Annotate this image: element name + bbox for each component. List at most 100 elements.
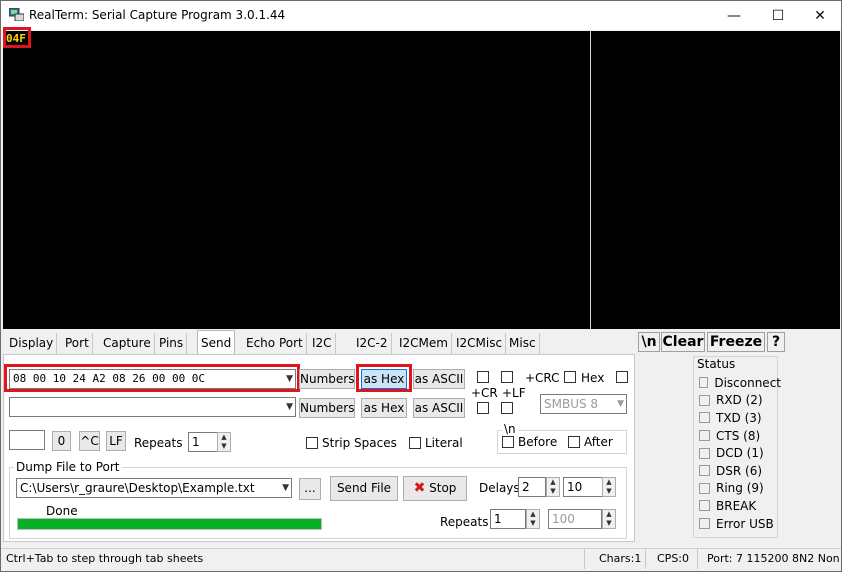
status-item[interactable]: Error USB bbox=[699, 515, 781, 533]
stop-label: Stop bbox=[429, 481, 457, 495]
before-label: Before bbox=[518, 435, 558, 449]
status-item[interactable]: BREAK bbox=[699, 497, 781, 515]
dump-repeats-label: Repeats bbox=[440, 515, 489, 529]
send-as-hex-button-2[interactable]: as Hex bbox=[361, 398, 407, 418]
send-numbers-button-2[interactable]: Numbers bbox=[299, 398, 355, 418]
send-ctrl-c-button[interactable]: ^C bbox=[79, 431, 100, 451]
after-checkbox[interactable] bbox=[568, 436, 580, 448]
send-zero-button[interactable]: 0 bbox=[52, 431, 71, 451]
strip-spaces-label: Strip Spaces bbox=[322, 436, 397, 450]
terminal-display[interactable] bbox=[3, 31, 840, 329]
tab-send[interactable]: Send bbox=[197, 330, 236, 355]
crc-checkbox-1[interactable] bbox=[477, 371, 489, 383]
tab-i2cmisc[interactable]: I2CMisc bbox=[453, 333, 507, 354]
tab-port[interactable]: Port bbox=[62, 333, 93, 354]
status-item-label: DSR (6) bbox=[716, 463, 763, 478]
chevron-down-icon: ▼ bbox=[286, 402, 293, 412]
status-item[interactable]: CTS (8) bbox=[699, 427, 781, 445]
plus-lf-label: +LF bbox=[502, 386, 526, 400]
repeats-input[interactable]: 1 bbox=[188, 432, 218, 452]
help-button[interactable]: ? bbox=[767, 332, 785, 352]
tab-pins[interactable]: Pins bbox=[156, 333, 188, 354]
tab-i2c-2[interactable]: I2C-2 bbox=[353, 333, 392, 354]
close-button[interactable]: ✕ bbox=[798, 1, 842, 30]
dump-repeats-max-spinner[interactable]: ▲ ▼ bbox=[602, 509, 616, 529]
strip-spaces-checkbox[interactable] bbox=[306, 437, 318, 449]
status-item-label: Error USB bbox=[716, 516, 774, 531]
status-led-icon bbox=[699, 377, 709, 389]
send-lf-button[interactable]: LF bbox=[106, 431, 126, 451]
send-data-highlight-box bbox=[4, 364, 300, 392]
statusbar-cps: CPS:0 bbox=[657, 552, 690, 565]
status-led-icon bbox=[699, 412, 710, 424]
crc-extra-checkbox[interactable] bbox=[616, 371, 628, 383]
statusbar-port: Port: 7 115200 8N2 None bbox=[707, 552, 839, 565]
status-item-label: DCD (1) bbox=[716, 446, 764, 461]
send-as-ascii-button-1[interactable]: as ASCII bbox=[413, 369, 465, 389]
clear-button[interactable]: Clear bbox=[661, 332, 705, 352]
chevron-down-icon: ▼ bbox=[282, 483, 289, 493]
minimize-button[interactable]: — bbox=[712, 1, 756, 30]
terminal-divider bbox=[590, 31, 591, 329]
repeats-label: Repeats bbox=[134, 436, 183, 450]
delays-label: Delays bbox=[479, 481, 520, 495]
delay1-input[interactable]: 2 bbox=[518, 477, 546, 497]
crc-checkbox-2[interactable] bbox=[501, 371, 513, 383]
tab-echo-port[interactable]: Echo Port bbox=[243, 333, 307, 354]
plus-crc-label: +CRC bbox=[525, 371, 560, 385]
stop-button[interactable]: ✖ Stop bbox=[403, 476, 467, 501]
as-hex-highlight-box bbox=[356, 364, 412, 392]
tab-i2c[interactable]: I2C bbox=[309, 333, 336, 354]
freeze-button[interactable]: Freeze bbox=[707, 332, 765, 352]
hex-checkbox[interactable] bbox=[564, 371, 576, 383]
dump-file-path-value: C:\Users\r_graure\Desktop\Example.txt bbox=[20, 481, 255, 495]
status-item-label: Disconnect bbox=[714, 375, 781, 390]
dump-repeats-spinner[interactable]: ▲ ▼ bbox=[526, 509, 540, 529]
status-item-label: RXD (2) bbox=[716, 393, 763, 408]
browse-button[interactable]: ... bbox=[299, 478, 321, 500]
stop-icon: ✖ bbox=[413, 480, 426, 496]
send-as-ascii-button-2[interactable]: as ASCII bbox=[413, 398, 465, 418]
tab-i2cmem[interactable]: I2CMem bbox=[396, 333, 452, 354]
status-item[interactable]: DSR (6) bbox=[699, 462, 781, 480]
terminal-highlight-box bbox=[3, 27, 31, 48]
send-numbers-button-1[interactable]: Numbers bbox=[299, 369, 355, 389]
newline-group-title: \n bbox=[502, 422, 518, 436]
statusbar-hint: Ctrl+Tab to step through tab sheets bbox=[6, 552, 204, 565]
before-checkbox[interactable] bbox=[502, 436, 514, 448]
statusbar-separator bbox=[697, 549, 698, 569]
app-icon bbox=[9, 8, 24, 21]
char-input[interactable] bbox=[9, 430, 45, 450]
tab-misc[interactable]: Misc bbox=[506, 333, 540, 354]
plus-cr-checkbox[interactable] bbox=[477, 402, 489, 414]
status-item[interactable]: DCD (1) bbox=[699, 444, 781, 462]
delay2-input[interactable]: 10 bbox=[563, 477, 603, 497]
dump-repeats-max-input[interactable]: 100 bbox=[548, 509, 602, 529]
status-led-icon bbox=[699, 394, 710, 406]
status-item[interactable]: RXD (2) bbox=[699, 392, 781, 410]
plus-lf-checkbox[interactable] bbox=[501, 402, 513, 414]
delay2-spinner[interactable]: ▲ ▼ bbox=[602, 477, 616, 497]
statusbar-separator bbox=[645, 549, 646, 569]
status-item-label: Ring (9) bbox=[716, 481, 764, 496]
dump-repeats-input[interactable]: 1 bbox=[490, 509, 526, 529]
maximize-button[interactable]: ☐ bbox=[756, 1, 800, 30]
send-file-button[interactable]: Send File bbox=[330, 476, 398, 501]
dump-file-title: Dump File to Port bbox=[14, 460, 122, 474]
tab-capture[interactable]: Capture bbox=[100, 333, 155, 354]
status-item[interactable]: TXD (3) bbox=[699, 409, 781, 427]
delay1-spinner[interactable]: ▲ ▼ bbox=[546, 477, 560, 497]
newline-button[interactable]: \n bbox=[638, 332, 660, 352]
status-led-icon bbox=[699, 447, 710, 459]
repeats-spinner[interactable]: ▲ ▼ bbox=[217, 432, 231, 452]
tab-display[interactable]: Display bbox=[6, 333, 58, 354]
status-title: Status bbox=[695, 357, 738, 371]
status-item[interactable]: Disconnect bbox=[699, 374, 781, 392]
smbus-select[interactable]: SMBUS 8 ▼ bbox=[540, 394, 627, 414]
hex-label: Hex bbox=[581, 371, 605, 385]
dump-file-path[interactable]: C:\Users\r_graure\Desktop\Example.txt ▼ bbox=[16, 478, 292, 498]
literal-checkbox[interactable] bbox=[409, 437, 421, 449]
send-data-combo-2[interactable]: ▼ bbox=[9, 397, 296, 417]
status-item[interactable]: Ring (9) bbox=[699, 480, 781, 498]
maximize-icon: ☐ bbox=[771, 7, 785, 24]
